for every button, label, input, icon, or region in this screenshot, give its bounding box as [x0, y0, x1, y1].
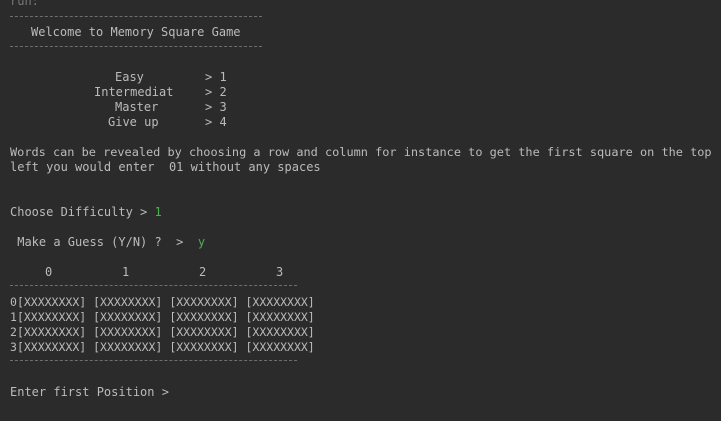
guess-prompt: Make a Guess (Y/N) ? > y	[10, 235, 205, 249]
grid-cell: [XXXXXXXX]	[93, 295, 163, 309]
row-index: 0	[10, 295, 17, 309]
grid-row-1: 1[XXXXXXXX] [XXXXXXXX] [XXXXXXXX] [XXXXX…	[10, 310, 315, 324]
difficulty-prompt-label: Choose Difficulty >	[10, 205, 155, 219]
position-prompt[interactable]: Enter first Position >	[10, 385, 169, 399]
grid-cell: [XXXXXXXX]	[16, 310, 87, 324]
grid-cell: [XXXXXXXX]	[16, 325, 87, 339]
divider	[10, 16, 262, 18]
instructions-line-1: Words can be revealed by choosing a row …	[10, 145, 712, 159]
menu-key-intermediate: > 2	[205, 85, 227, 99]
column-header-3: 3	[276, 265, 284, 279]
menu-key-give-up: > 4	[205, 115, 227, 129]
run-header: run:	[10, 0, 39, 8]
menu-key-easy: > 1	[205, 70, 227, 84]
grid-row-0: 0[XXXXXXXX] [XXXXXXXX] [XXXXXXXX] [XXXXX…	[10, 295, 315, 309]
grid-row-3: 3[XXXXXXXX] [XXXXXXXX] [XXXXXXXX] [XXXXX…	[10, 340, 315, 354]
grid-cell: [XXXXXXXX]	[245, 295, 315, 309]
grid-cell: [XXXXXXXX]	[245, 325, 315, 339]
column-header-1: 1	[122, 265, 130, 279]
difficulty-prompt: Choose Difficulty > 1	[10, 205, 162, 219]
column-header-0: 0	[45, 265, 53, 279]
grid-cell: [XXXXXXXX]	[93, 325, 163, 339]
grid-cell: [XXXXXXXX]	[16, 295, 87, 309]
instructions-line-2: left you would enter 01 without any spac…	[10, 160, 321, 174]
column-header-2: 2	[199, 265, 207, 279]
grid-cell: [XXXXXXXX]	[245, 340, 315, 354]
welcome-title: Welcome to Memory Square Game	[31, 25, 241, 39]
row-index: 3	[10, 340, 17, 354]
divider	[10, 360, 297, 362]
menu-label-give-up: Give up	[108, 115, 159, 129]
menu-label-intermediate: Intermediat	[94, 85, 174, 99]
grid-cell: [XXXXXXXX]	[93, 310, 163, 324]
grid-cell: [XXXXXXXX]	[169, 340, 239, 354]
guess-input[interactable]: y	[198, 235, 205, 249]
difficulty-input[interactable]: 1	[155, 205, 162, 219]
menu-label-master: Master	[115, 100, 159, 114]
divider	[10, 46, 262, 48]
menu-key-master: > 3	[205, 100, 227, 114]
grid-row-2: 2[XXXXXXXX] [XXXXXXXX] [XXXXXXXX] [XXXXX…	[10, 325, 315, 339]
grid-cell: [XXXXXXXX]	[16, 340, 87, 354]
row-index: 2	[10, 325, 17, 339]
guess-prompt-label: Make a Guess (Y/N) ? >	[10, 235, 198, 249]
grid-cell: [XXXXXXXX]	[169, 325, 239, 339]
row-index: 1	[10, 310, 17, 324]
menu-label-easy: Easy	[115, 70, 144, 84]
grid-cell: [XXXXXXXX]	[169, 295, 239, 309]
grid-cell: [XXXXXXXX]	[169, 310, 239, 324]
grid-cell: [XXXXXXXX]	[245, 310, 315, 324]
console-output: run: Welcome to Memory Square Game Easy …	[0, 0, 721, 421]
divider	[10, 285, 297, 287]
grid-cell: [XXXXXXXX]	[93, 340, 163, 354]
